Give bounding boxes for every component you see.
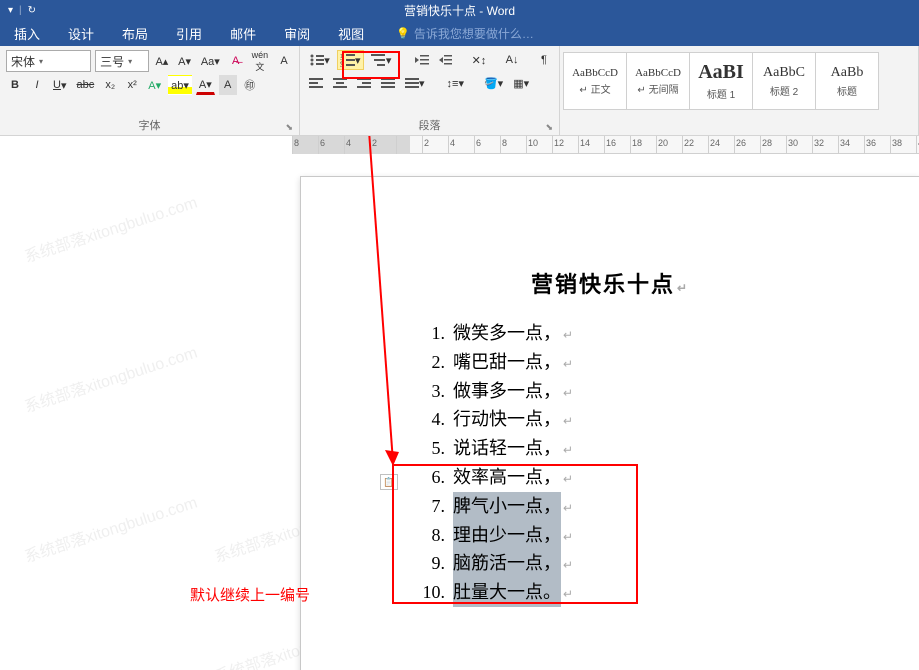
qat-sep: | <box>19 5 22 16</box>
font-size-combo[interactable]: 三号 ▾ <box>95 50 148 72</box>
bold-button[interactable]: B <box>6 75 24 95</box>
italic-button[interactable]: I <box>28 75 46 95</box>
tell-me[interactable]: 💡 告诉我您想要做什么… <box>396 25 534 42</box>
numbering-button[interactable]: 123▾ <box>337 50 364 70</box>
char-shading-button[interactable]: A <box>219 75 237 95</box>
style-item[interactable]: AaBI标题 1 <box>689 52 753 110</box>
sort-button[interactable]: A↓ <box>503 50 521 70</box>
tab-references[interactable]: 引用 <box>172 21 206 46</box>
align-center-button[interactable] <box>330 73 350 93</box>
font-group-label: 字体 ⬊ <box>6 115 293 133</box>
text-direction-button[interactable]: ✕↕ <box>469 50 489 70</box>
line-spacing-button[interactable]: ↕≡▾ <box>444 73 467 93</box>
list-item[interactable]: 1.微笑多一点，↵ <box>411 319 889 348</box>
bulb-icon: 💡 <box>396 27 410 40</box>
qat-icon[interactable]: ▾ <box>8 5 13 16</box>
chevron-down-icon: ▾ <box>128 57 132 66</box>
list-item[interactable]: 4.行动快一点，↵ <box>411 405 889 434</box>
align-left-button[interactable] <box>306 73 326 93</box>
char-border-button[interactable]: A <box>275 51 293 71</box>
list-item[interactable]: 10.肚量大一点。↵ <box>411 578 889 607</box>
increase-indent-button[interactable] <box>436 50 456 70</box>
tell-me-label: 告诉我您想要做什么… <box>414 25 534 42</box>
tab-mailings[interactable]: 邮件 <box>226 21 260 46</box>
clear-format-button[interactable]: A̶ <box>227 51 245 71</box>
watermark: 系统部落xitongbuluo.com <box>21 339 200 418</box>
grow-font-button[interactable]: A▴ <box>153 51 172 71</box>
decrease-indent-button[interactable] <box>412 50 432 70</box>
list-item[interactable]: 7.脾气小一点，↵ <box>411 492 889 521</box>
style-item[interactable]: AaBb标题 <box>815 52 879 110</box>
paragraph-group-label: 段落 ⬊ <box>306 115 553 133</box>
multilevel-list-button[interactable]: ▾ <box>368 50 395 70</box>
tab-layout[interactable]: 布局 <box>118 21 152 46</box>
style-item[interactable]: AaBbCcD↵ 正文 <box>563 52 627 110</box>
font-name-value: 宋体 <box>11 53 35 70</box>
tab-review[interactable]: 审阅 <box>280 21 314 46</box>
list-item[interactable]: 9.脑筋活一点，↵ <box>411 549 889 578</box>
font-color-button[interactable]: A▾ <box>196 75 215 95</box>
align-right-button[interactable] <box>354 73 374 93</box>
justify-button[interactable] <box>378 73 398 93</box>
font-dialog-launcher[interactable]: ⬊ <box>285 122 293 133</box>
tab-design[interactable]: 设计 <box>64 21 98 46</box>
change-case-button[interactable]: Aa▾ <box>198 51 223 71</box>
list-item[interactable]: 8.理由少一点，↵ <box>411 521 889 550</box>
list-item[interactable]: 3.做事多一点，↵ <box>411 377 889 406</box>
watermark: 系统部落xitongbuluo.com <box>21 189 200 268</box>
paragraph-group: ▾ 123▾ ▾ ✕↕ A↓ ¶ <box>300 46 560 135</box>
ribbon-tabs: 插入 设计 布局 引用 邮件 审阅 视图 💡 告诉我您想要做什么… <box>0 20 919 46</box>
subscript-button[interactable]: x₂ <box>101 75 119 95</box>
window-title: 营销快乐十点 - Word <box>404 2 515 19</box>
list-item[interactable]: 5.说话轻一点，↵ <box>411 434 889 463</box>
bullets-button[interactable]: ▾ <box>306 50 333 70</box>
list-item[interactable]: 6.效率高一点，↵ <box>411 463 889 492</box>
tab-insert[interactable]: 插入 <box>10 21 44 46</box>
paragraph-dialog-launcher[interactable]: ⬊ <box>545 122 553 133</box>
watermark: 系统部落xitongbuluo.com <box>21 489 200 568</box>
underline-button[interactable]: U▾ <box>50 75 69 95</box>
styles-group: AaBbCcD↵ 正文AaBbCcD↵ 无间隔AaBI标题 1AaBbC标题 2… <box>560 46 919 135</box>
highlight-button[interactable]: ab▾ <box>168 75 192 95</box>
font-size-value: 三号 <box>100 53 124 70</box>
document-title: 营销快乐十点↵ <box>331 267 889 299</box>
text-effects-button[interactable]: A▾ <box>145 75 164 95</box>
quick-access-toolbar: ▾ | ↻ <box>8 5 36 16</box>
svg-text:3: 3 <box>340 63 343 67</box>
document-page[interactable]: 营销快乐十点↵ 1.微笑多一点，↵2.嘴巴甜一点，↵3.做事多一点，↵4.行动快… <box>300 176 919 670</box>
tab-view[interactable]: 视图 <box>334 21 368 46</box>
shrink-font-button[interactable]: A▾ <box>175 51 194 71</box>
borders-button[interactable]: ▦▾ <box>510 73 532 93</box>
horizontal-ruler[interactable]: 8642246810121416182022242628303234363840… <box>292 136 919 154</box>
annotation-callout: 默认继续上一编号 <box>190 584 310 605</box>
distributed-button[interactable]: ▾ <box>402 73 428 93</box>
superscript-button[interactable]: x² <box>123 75 141 95</box>
list-item[interactable]: 2.嘴巴甜一点，↵ <box>411 348 889 377</box>
paste-options-icon[interactable]: 📋 <box>380 474 398 490</box>
font-group: 宋体 ▾ 三号 ▾ A▴ A▾ Aa▾ A̶ wén文 A B I U▾ abc <box>0 46 300 135</box>
styles-gallery[interactable]: AaBbCcD↵ 正文AaBbCcD↵ 无间隔AaBI标题 1AaBbC标题 2… <box>564 52 914 110</box>
font-name-combo[interactable]: 宋体 ▾ <box>6 50 91 72</box>
qat-icon2[interactable]: ↻ <box>28 5 36 16</box>
title-bar: ▾ | ↻ 营销快乐十点 - Word <box>0 0 919 20</box>
style-item[interactable]: AaBbC标题 2 <box>752 52 816 110</box>
strike-button[interactable]: abc <box>73 75 97 95</box>
show-marks-button[interactable]: ¶ <box>535 50 553 70</box>
chevron-down-icon: ▾ <box>39 57 43 66</box>
document-area: 系统部落xitongbuluo.com 系统部落xitongbuluo.com … <box>0 136 919 670</box>
enclose-char-button[interactable]: ㊞ <box>241 75 259 95</box>
phonetic-button[interactable]: wén文 <box>249 51 271 71</box>
ribbon: 宋体 ▾ 三号 ▾ A▴ A▾ Aa▾ A̶ wén文 A B I U▾ abc <box>0 46 919 136</box>
shading-button[interactable]: 🪣▾ <box>481 73 506 93</box>
numbered-list: 1.微笑多一点，↵2.嘴巴甜一点，↵3.做事多一点，↵4.行动快一点，↵5.说话… <box>411 319 889 607</box>
style-item[interactable]: AaBbCcD↵ 无间隔 <box>626 52 690 110</box>
